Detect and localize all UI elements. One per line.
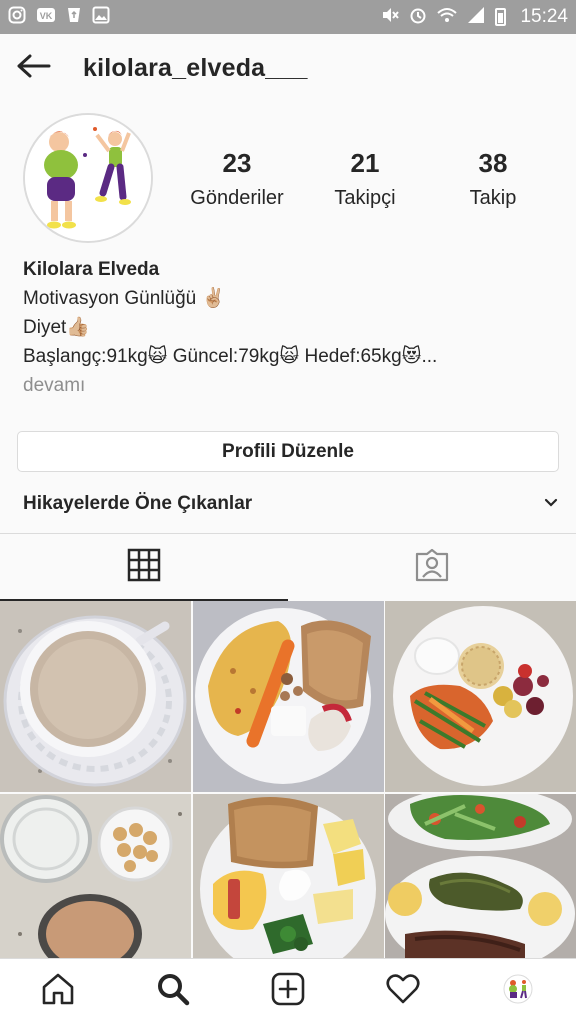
tagged-icon <box>414 547 450 588</box>
heart-icon <box>386 973 420 1010</box>
bio-more-link[interactable]: devamı <box>23 371 563 400</box>
stat-posts[interactable]: 23 Gönderiler <box>177 148 297 210</box>
status-time: 15:24 <box>520 6 568 27</box>
profile-avatar-icon <box>503 974 533 1009</box>
profile-avatar[interactable] <box>23 113 153 243</box>
status-bar: VK 15:24 <box>0 0 576 34</box>
tab-grid[interactable] <box>0 534 288 601</box>
edit-profile-button[interactable]: Profili Düzenle <box>17 431 559 472</box>
nav-activity[interactable] <box>373 962 433 1022</box>
nav-new-post[interactable] <box>258 962 318 1022</box>
profile-display-name: Kilolara Elveda <box>23 259 160 280</box>
stat-posts-label: Gönderiler <box>190 187 284 209</box>
profile-username: kilolara_elveda___ <box>83 53 308 82</box>
nav-home[interactable] <box>28 962 88 1022</box>
story-highlights-toggle[interactable]: Hikayelerde Öne Çıkanlar <box>23 488 559 520</box>
stat-followers[interactable]: 21 Takipçi <box>305 148 425 210</box>
post-thumbnail[interactable] <box>385 601 576 792</box>
recycle-icon <box>66 6 82 29</box>
post-image <box>385 601 576 792</box>
post-thumbnail[interactable] <box>385 794 576 958</box>
wifi-icon <box>437 6 458 29</box>
post-image <box>192 794 384 958</box>
posts-grid <box>0 601 576 958</box>
battery-icon <box>495 8 507 26</box>
post-thumbnail[interactable] <box>192 794 384 958</box>
stat-following-label: Takip <box>469 187 517 209</box>
post-thumbnail[interactable] <box>0 601 191 792</box>
stat-followers-count: 21 <box>350 148 380 178</box>
alarm-icon <box>409 6 427 29</box>
instagram-icon <box>8 6 26 29</box>
bio-line: Diyet👍🏼 <box>23 317 90 338</box>
bottom-navigation <box>0 958 576 1024</box>
stat-posts-count: 23 <box>222 148 252 178</box>
chevron-down-icon <box>543 493 559 515</box>
tab-tagged[interactable] <box>288 534 576 601</box>
nav-search[interactable] <box>143 962 203 1022</box>
stat-following-count: 38 <box>478 148 508 178</box>
bio-line: Motivasyon Günlüğü ✌🏼 <box>23 288 226 309</box>
mute-icon <box>381 6 400 29</box>
nav-profile[interactable] <box>488 962 548 1022</box>
post-image <box>0 794 191 958</box>
add-post-icon <box>271 972 305 1011</box>
svg-text:VK: VK <box>40 11 53 21</box>
back-button[interactable] <box>0 34 68 102</box>
avatar-illustration <box>25 115 151 241</box>
gallery-icon <box>92 6 110 29</box>
grid-icon <box>127 548 161 587</box>
post-thumbnail[interactable] <box>0 794 191 958</box>
profile-header: kilolara_elveda___ <box>0 34 576 102</box>
signal-icon <box>467 6 485 29</box>
post-thumbnail[interactable] <box>192 601 384 792</box>
profile-bio: Kilolara Elveda Motivasyon Günlüğü ✌🏼 Di… <box>23 255 563 400</box>
search-icon <box>156 972 190 1011</box>
post-image <box>192 601 384 792</box>
bio-line: Başlangç:91kg🙀 Güncel:79kg🙀 Hedef:65kg😻.… <box>23 346 438 367</box>
post-image <box>0 601 191 792</box>
back-arrow-icon <box>17 54 51 83</box>
profile-tabs <box>0 533 576 601</box>
home-icon <box>41 972 75 1011</box>
post-image <box>385 794 576 958</box>
stat-following[interactable]: 38 Takip <box>433 148 553 210</box>
highlights-label: Hikayelerde Öne Çıkanlar <box>23 493 253 514</box>
vk-icon: VK <box>36 6 56 29</box>
stat-followers-label: Takipçi <box>334 187 396 209</box>
